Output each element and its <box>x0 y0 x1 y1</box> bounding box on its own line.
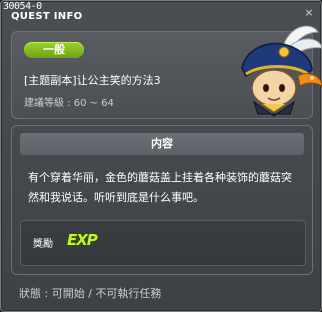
quest-info-window: 30054-0 QUEST INFO × 一般 [主题副本]让公主笑的方法3 建… <box>0 0 322 312</box>
category-badge: 一般 <box>24 42 84 58</box>
window-title: QUEST INFO <box>11 11 83 22</box>
quest-content-panel: 内容 有个穿着华丽，金色的蘑菇盖上挂着各种装饰的蘑菇突然和我说话。听听到底是什么… <box>11 125 313 275</box>
close-icon[interactable]: × <box>303 7 315 19</box>
quest-description: 有个穿着华丽，金色的蘑菇盖上挂着各种装饰的蘑菇突然和我说话。听听到底是什么事吧。 <box>28 171 292 204</box>
quest-status: 狀態 : 可開始 / 不可執行任務 <box>19 287 162 300</box>
content-section-title: 内容 <box>20 133 304 155</box>
reward-label: 獎勵 <box>33 239 53 250</box>
quest-title: [主题副本]让公主笑的方法3 <box>24 74 161 87</box>
mushroom-knight-portrait-icon <box>241 25 322 117</box>
level-requirement: 建議等級 : 60 ~ 64 <box>24 98 114 109</box>
exp-reward-icon: EXP <box>67 231 98 249</box>
quest-header-panel: 一般 [主题副本]让公主笑的方法3 建議等級 : 60 ~ 64 <box>11 25 322 119</box>
reward-box: 獎勵 EXP <box>20 220 306 266</box>
